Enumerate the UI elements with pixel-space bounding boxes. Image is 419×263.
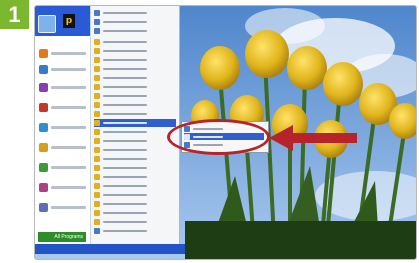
- recent-item-7[interactable]: [39, 200, 86, 214]
- program-icon: [39, 182, 48, 192]
- program-icon: [39, 102, 48, 112]
- program-menu-item[interactable]: [94, 56, 176, 64]
- program-menu-item[interactable]: [94, 209, 176, 217]
- user-header: p: [35, 6, 90, 36]
- browser-icon: [39, 48, 48, 58]
- program-menu-item[interactable]: [94, 65, 176, 73]
- folder-icon: [94, 48, 100, 54]
- program-menu-item[interactable]: [94, 191, 176, 199]
- program-menu-item[interactable]: [94, 218, 176, 226]
- recent-item-4[interactable]: [39, 140, 86, 154]
- notification-badge: p: [63, 14, 75, 28]
- all-programs-menu: [91, 6, 180, 244]
- folder-icon: [94, 174, 100, 180]
- folder-icon: [94, 138, 100, 144]
- program-menu-item[interactable]: [94, 74, 176, 82]
- program-menu-item[interactable]: [94, 155, 176, 163]
- program-menu-item[interactable]: [94, 146, 176, 154]
- folder-icon: [94, 120, 100, 126]
- program-icon: [94, 28, 100, 34]
- highlight-circle: [167, 119, 270, 155]
- step-number-badge: 1: [0, 0, 29, 29]
- program-menu-item[interactable]: [94, 38, 176, 46]
- folder-icon: [94, 84, 100, 90]
- recent-item-6[interactable]: [39, 180, 86, 194]
- recent-item-2[interactable]: [39, 100, 86, 114]
- program-icon: [94, 10, 100, 16]
- program-menu-item[interactable]: [94, 182, 176, 190]
- program-menu-item[interactable]: [94, 110, 176, 118]
- folder-icon: [94, 183, 100, 189]
- program-icon: [94, 228, 100, 234]
- folder-icon: [94, 102, 100, 108]
- program-menu-item[interactable]: [94, 227, 176, 235]
- mail-icon: [39, 64, 48, 74]
- folder-icon: [94, 156, 100, 162]
- folder-icon: [94, 57, 100, 63]
- folder-icon: [94, 39, 100, 45]
- arrow-icon: [269, 125, 357, 151]
- start-menu-left-pane: p All Programs: [35, 6, 91, 253]
- start-menu-footer: [35, 244, 185, 254]
- folder-icon: [94, 129, 100, 135]
- program-menu-item[interactable]: [94, 164, 176, 172]
- program-menu-item[interactable]: [94, 47, 176, 55]
- program-menu-item[interactable]: [94, 101, 176, 109]
- program-menu-item[interactable]: [94, 83, 176, 91]
- folder-icon: [94, 111, 100, 117]
- program-menu-item[interactable]: [94, 173, 176, 181]
- program-icon: [39, 122, 48, 132]
- program-menu-item[interactable]: [94, 27, 176, 35]
- folder-icon: [94, 93, 100, 99]
- pinned-item-email[interactable]: [39, 62, 86, 76]
- recent-item-1[interactable]: [39, 80, 86, 94]
- folder-icon: [94, 192, 100, 198]
- program-menu-item[interactable]: [94, 128, 176, 136]
- program-menu-item[interactable]: [94, 18, 176, 26]
- program-icon: [39, 142, 48, 152]
- program-menu-item[interactable]: [94, 92, 176, 100]
- folder-icon: [94, 165, 100, 171]
- folder-icon: [94, 210, 100, 216]
- program-icon: [39, 202, 48, 212]
- pinned-item-internet[interactable]: [39, 46, 86, 60]
- program-icon: [39, 82, 48, 92]
- program-menu-item[interactable]: [94, 200, 176, 208]
- avatar-icon[interactable]: [38, 15, 56, 33]
- program-menu-item[interactable]: [94, 137, 176, 145]
- folder-icon: [94, 147, 100, 153]
- folder-icon: [94, 75, 100, 81]
- screenshot-frame: p All Programs: [34, 5, 417, 260]
- folder-icon: [94, 66, 100, 72]
- program-menu-item[interactable]: [94, 9, 176, 17]
- folder-icon: [94, 201, 100, 207]
- program-menu-item-selected[interactable]: [94, 119, 176, 127]
- program-icon: [39, 162, 48, 172]
- recent-item-3[interactable]: [39, 120, 86, 134]
- recent-item-5[interactable]: [39, 160, 86, 174]
- folder-icon: [94, 219, 100, 225]
- program-icon: [94, 19, 100, 25]
- all-programs-button[interactable]: All Programs: [38, 232, 86, 242]
